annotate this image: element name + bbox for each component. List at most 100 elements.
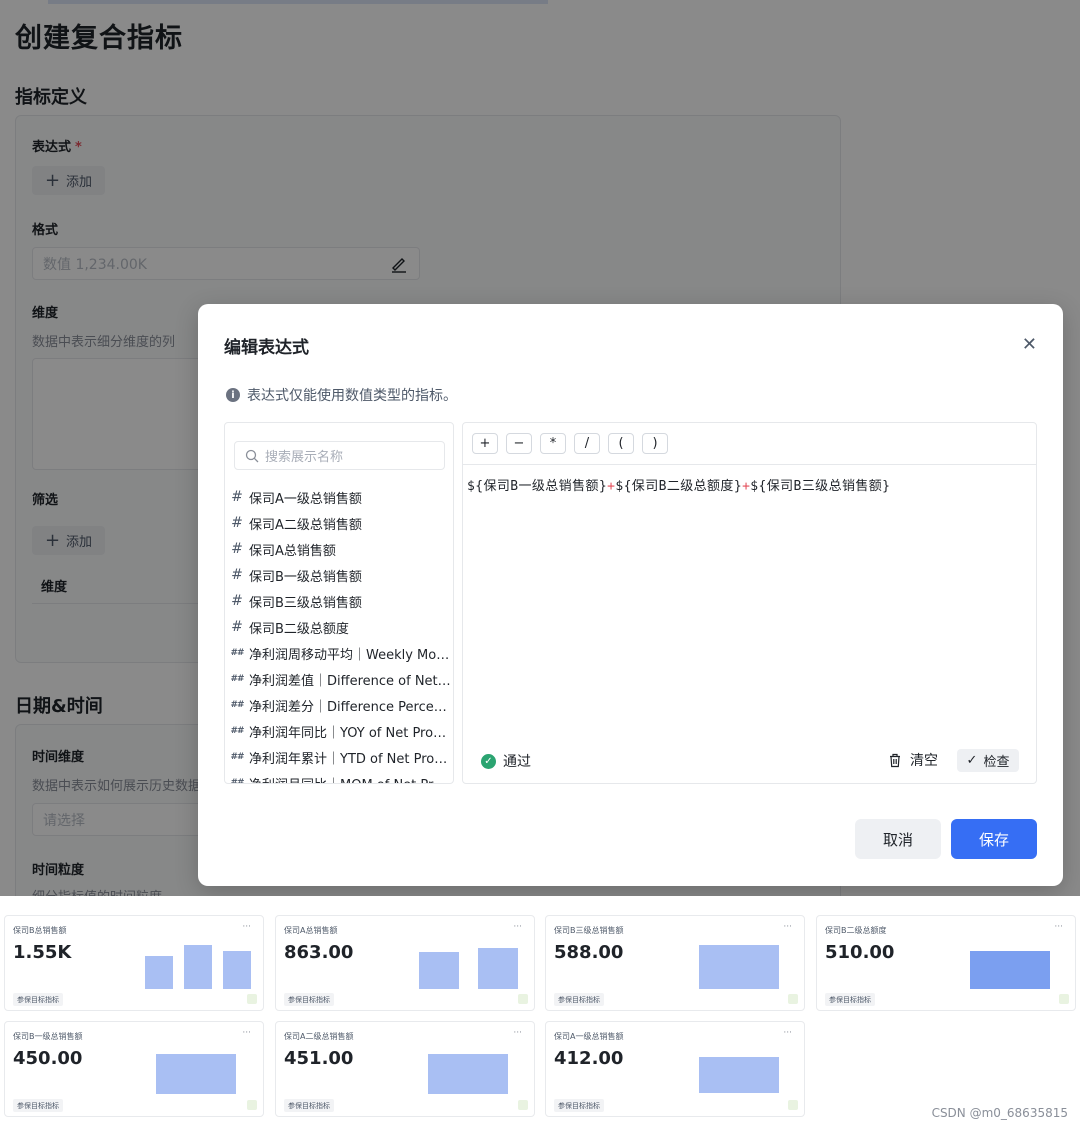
metric-card[interactable]: 保司B一级总销售额 ··· 450.00 参保目标指标 [4,1021,264,1117]
metric-item-label: 净利润年累计｜YTD of Net Profi... [249,751,452,767]
metric-card-tag: 参保目标指标 [554,993,604,1006]
expression-editor[interactable]: + − * / () ${保司B一级总销售额}+${保司B二级总额度}+${保司B三级总… [462,422,1037,784]
mini-chart-bar [699,945,779,989]
check-circle-icon: ✓ [481,753,496,769]
metric-card-tag: 参保目标指标 [284,1099,334,1112]
more-icon[interactable]: ··· [783,922,792,932]
more-icon[interactable]: ··· [783,1028,792,1038]
derived-metric-icon: ## [230,700,244,710]
metric-item[interactable]: ## 净利润年同比｜YOY of Net Profi... [230,718,452,744]
dialog-tip: i 表达式仅能使用数值类型的指标。 [226,385,457,405]
metric-item[interactable]: ## 净利润周移动平均｜Weekly Mov... [230,640,452,666]
metric-item[interactable]: # 保司A一级总销售额 [230,484,452,510]
metric-card[interactable]: 保司B总销售额 ··· 1.55K 参保目标指标 [4,915,264,1011]
metric-card-title: 保司B总销售额 [13,926,67,935]
metric-card-tag: 参保目标指标 [554,1099,604,1112]
metric-picker: 搜索展示名称 # 保司A一级总销售额 # 保司A二级总销售额 # 保司A总销售额 # 保司B一… [224,422,454,784]
card-corner-icon [788,994,798,1004]
checkmark-icon: ✓ [966,753,978,768]
metric-card[interactable]: 保司A二级总销售额 ··· 451.00 参保目标指标 [275,1021,535,1117]
mini-chart-bar [156,1054,236,1094]
operator-button[interactable]: ) [642,433,668,454]
derived-metric-icon: ## [230,726,244,736]
more-icon[interactable]: ··· [242,922,251,932]
mini-chart-bar [699,1057,779,1093]
cancel-button[interactable]: 取消 [855,819,941,859]
metric-item-label: 净利润周移动平均｜Weekly Mov... [249,647,452,663]
number-icon: # [231,567,243,583]
metric-item[interactable]: # 保司A二级总销售额 [230,510,452,536]
metric-item-label: 净利润差值｜Difference of Net P... [249,673,452,689]
metric-card[interactable]: 保司B二级总额度 ··· 510.00 参保目标指标 [816,915,1076,1011]
trash-icon [890,753,900,767]
close-icon[interactable]: ✕ [1022,334,1037,355]
more-icon[interactable]: ··· [242,1028,251,1038]
derived-metric-icon: ## [230,752,244,762]
metric-item[interactable]: # 保司A总销售额 [230,536,452,562]
mini-chart-bar [184,945,212,989]
metric-card[interactable]: 保司A总销售额 ··· 863.00 参保目标指标 [275,915,535,1011]
expression-text[interactable]: ${保司B一级总销售额}+${保司B二级总额度}+${保司B三级总销售额} [467,475,890,494]
metric-card-value: 450.00 [13,1048,83,1069]
metric-item[interactable]: # 保司B三级总销售额 [230,588,452,614]
metric-list: # 保司A一级总销售额 # 保司A二级总销售额 # 保司A总销售额 # 保司B一级总销售额 # 保… [230,484,452,784]
search-icon [245,449,259,462]
mini-chart-bar [419,952,459,989]
clear-button[interactable]: 清空 [888,750,938,770]
metric-card-value: 510.00 [825,942,895,963]
metric-card-tag: 参保目标指标 [13,1099,63,1112]
validation-status: ✓ 通过 [481,751,531,771]
metric-card-value: 1.55K [13,942,72,963]
search-input[interactable]: 搜索展示名称 [234,441,445,470]
check-button[interactable]: ✓ 检查 [957,749,1019,772]
number-icon: # [231,489,243,505]
metric-card-title: 保司B一级总销售额 [13,1032,83,1041]
derived-metric-icon: ## [230,648,244,658]
card-corner-icon [1059,994,1069,1004]
metric-card-title: 保司B三级总销售额 [554,926,624,935]
dialog-title: 编辑表达式 [224,338,309,358]
metric-item[interactable]: ## 净利润差值｜Difference of Net P... [230,666,452,692]
info-icon: i [226,388,240,402]
mini-chart-bar [970,951,1050,989]
metric-item-label: 保司A总销售额 [249,543,336,559]
metric-card-title: 保司B二级总额度 [825,926,887,935]
mini-chart-bar [145,956,173,989]
more-icon[interactable]: ··· [513,1028,522,1038]
number-icon: # [231,515,243,531]
card-corner-icon [788,1100,798,1110]
metric-card-tag: 参保目标指标 [284,993,334,1006]
operator-button[interactable]: + [472,433,498,454]
metric-item-label: 净利润差分｜Difference Percent... [249,699,452,715]
metric-card-title: 保司A二级总销售额 [284,1032,354,1041]
edit-expression-dialog: 编辑表达式 ✕ i 表达式仅能使用数值类型的指标。 搜索展示名称 # 保司A一级总… [198,304,1063,886]
metric-item[interactable]: ## 净利润年累计｜YTD of Net Profi... [230,744,452,770]
metric-item-label: 保司B二级总额度 [249,621,349,637]
card-corner-icon [518,994,528,1004]
metric-card-value: 412.00 [554,1048,624,1069]
metric-item[interactable]: ## 净利润差分｜Difference Percent... [230,692,452,718]
operator-toolbar: + − * / () [463,423,1036,465]
number-icon: # [231,541,243,557]
watermark: CSDN @m0_68635815 [931,1106,1068,1120]
operator-button[interactable]: − [506,433,532,454]
more-icon[interactable]: ··· [513,922,522,932]
card-corner-icon [247,994,257,1004]
operator-button[interactable]: ( [608,433,634,454]
operator-button[interactable]: * [540,433,566,454]
metric-item-label: 保司B三级总销售额 [249,595,362,611]
metric-card[interactable]: 保司A一级总销售额 ··· 412.00 参保目标指标 [545,1021,805,1117]
operator-button[interactable]: / [574,433,600,454]
save-button[interactable]: 保存 [951,819,1037,859]
metric-item-label: 保司B一级总销售额 [249,569,362,585]
metric-card-title: 保司A一级总销售额 [554,1032,624,1041]
metric-item[interactable]: # 保司B二级总额度 [230,614,452,640]
metric-item[interactable]: ## 净利润月同比｜MOM of Net Pro... [230,770,452,784]
card-corner-icon [518,1100,528,1110]
derived-metric-icon: ## [230,778,244,784]
more-icon[interactable]: ··· [1054,922,1063,932]
metric-card[interactable]: 保司B三级总销售额 ··· 588.00 参保目标指标 [545,915,805,1011]
metric-card-value: 588.00 [554,942,624,963]
card-corner-icon [247,1100,257,1110]
metric-item[interactable]: # 保司B一级总销售额 [230,562,452,588]
